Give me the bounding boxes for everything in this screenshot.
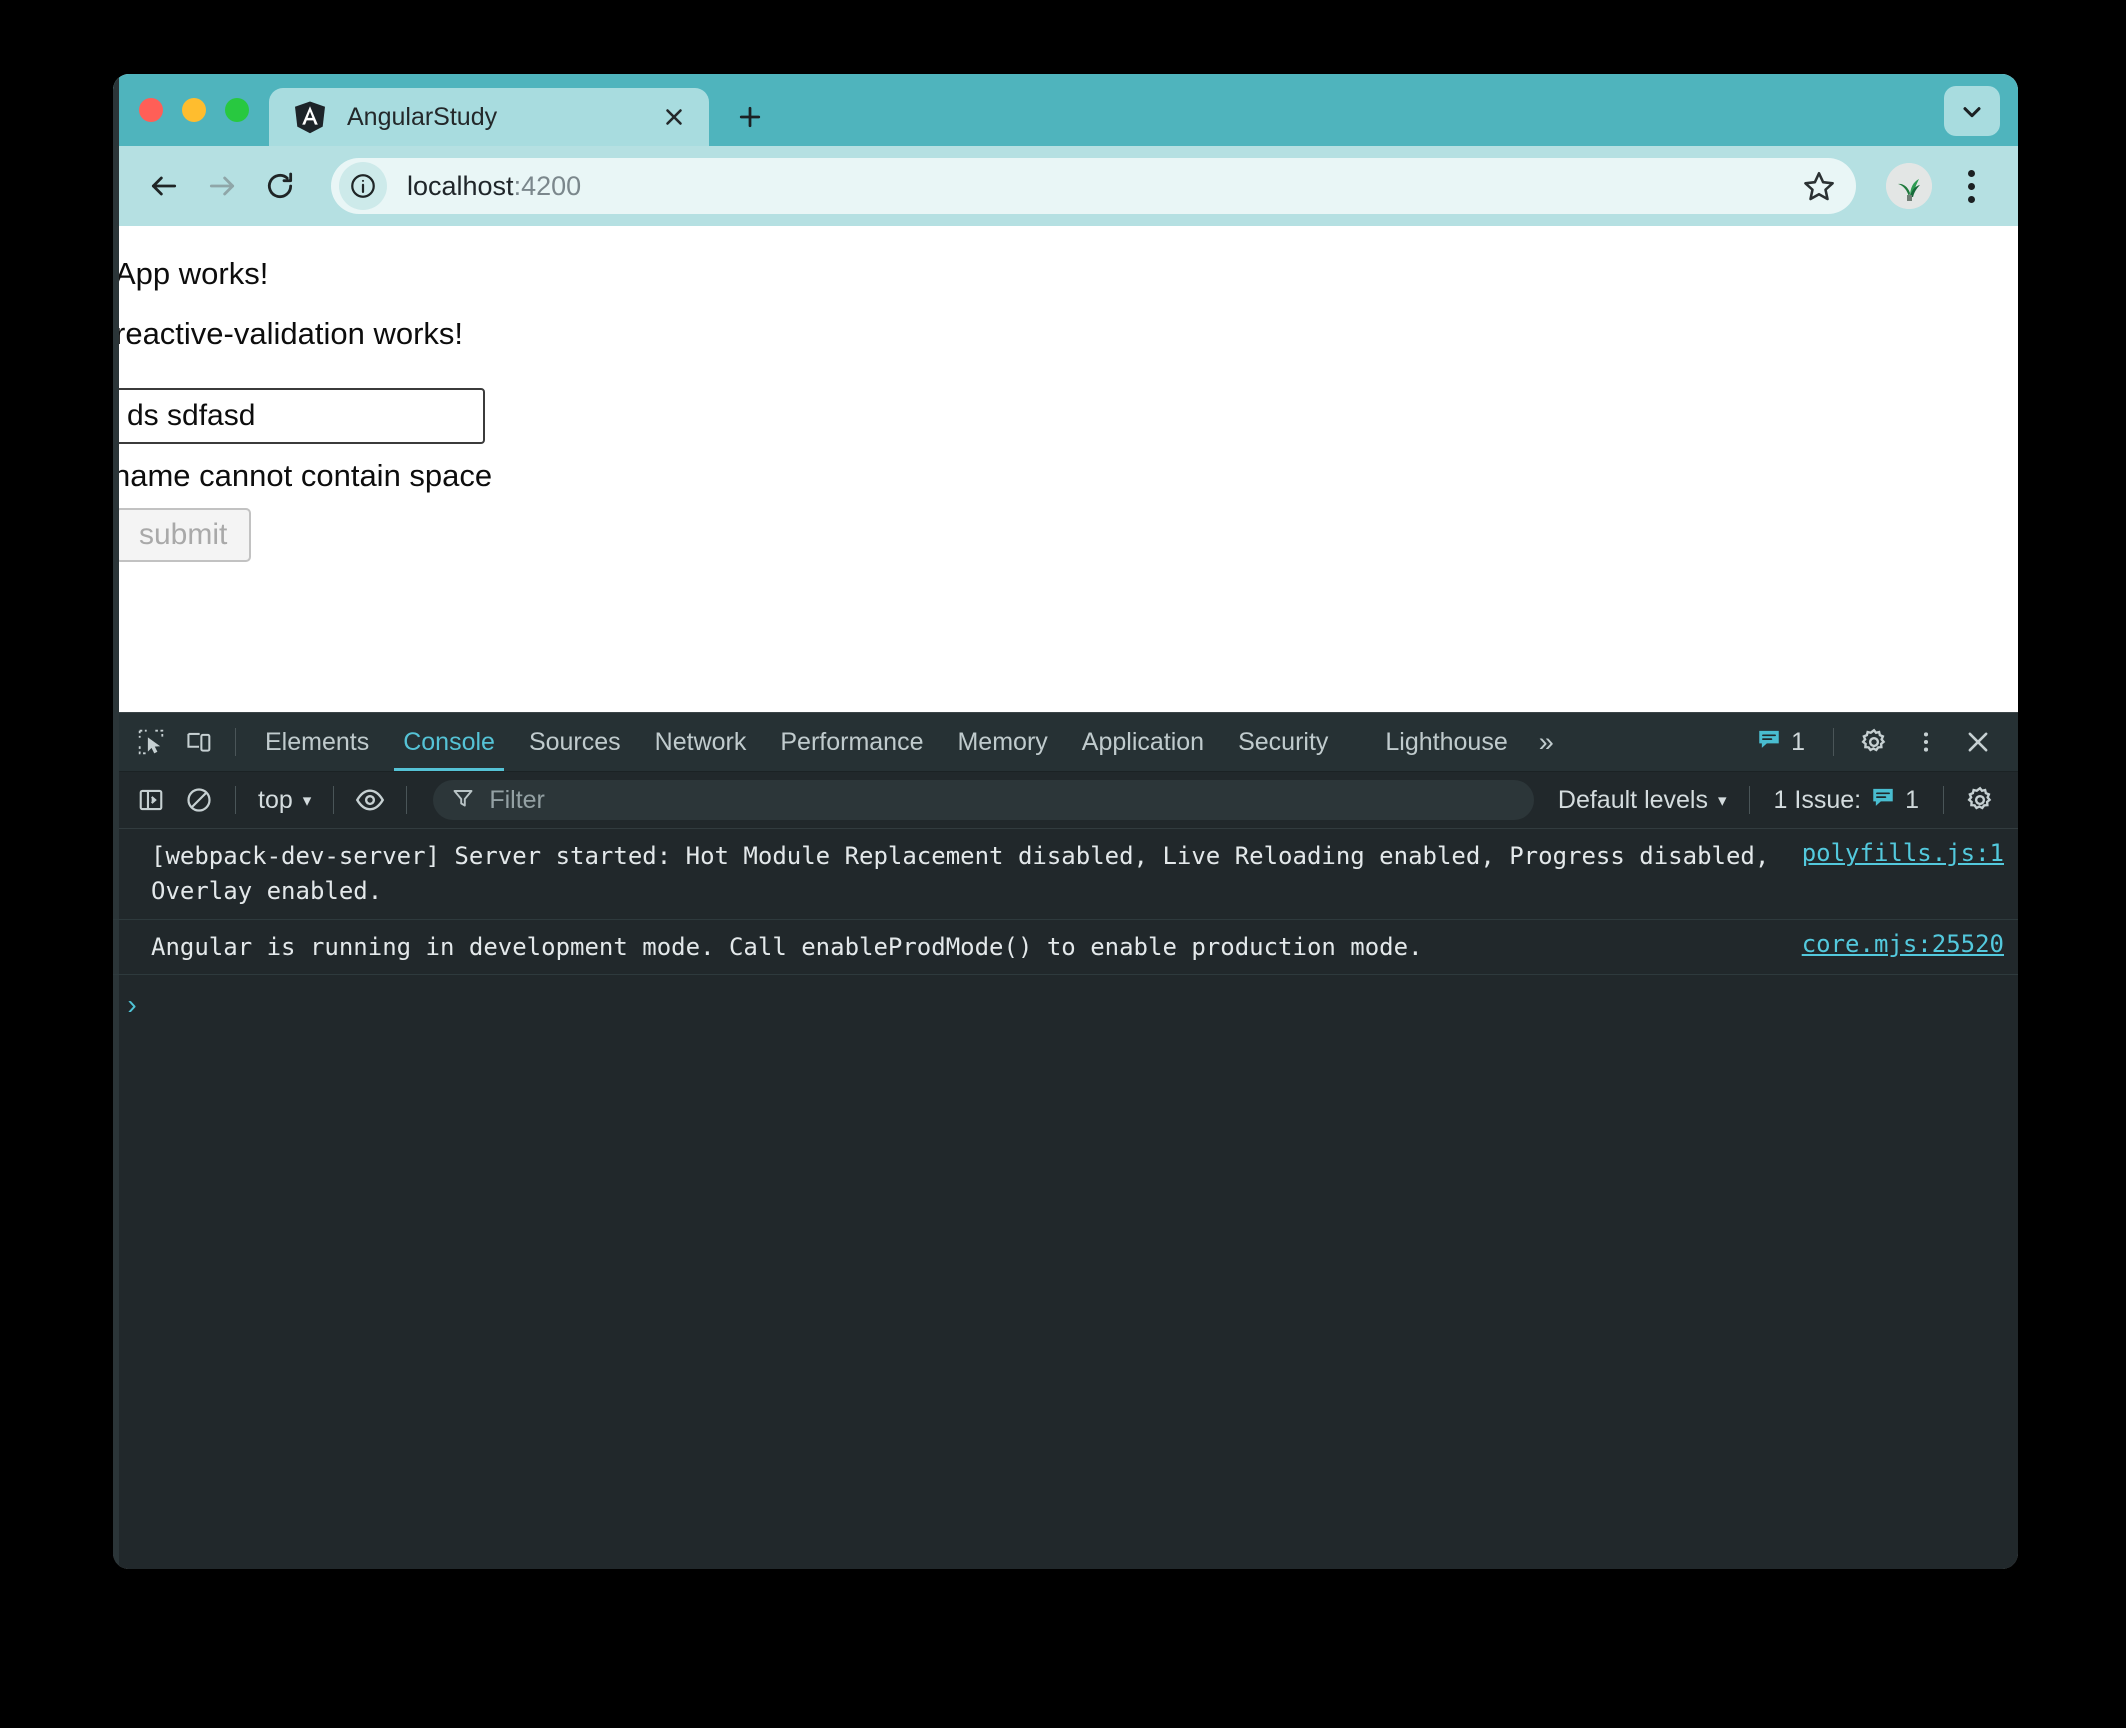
tab-performance[interactable]: Performance [763, 713, 940, 771]
back-arrow-icon[interactable] [135, 157, 193, 215]
console-message-source-link[interactable]: polyfills.js:1 [1802, 839, 2004, 867]
devtools-tabbar-actions: 1 [1744, 718, 2018, 766]
chevron-double-right-icon[interactable]: » [1525, 727, 1568, 758]
console-sidebar-icon[interactable] [127, 776, 175, 824]
tab-lighthouse[interactable]: Lighthouse [1345, 713, 1524, 771]
toolbar-divider [1833, 728, 1834, 756]
close-window-button[interactable] [139, 98, 163, 122]
validation-error-message: name cannot contain space [113, 458, 493, 494]
tab-security[interactable]: Security [1221, 713, 1345, 771]
forward-arrow-icon[interactable] [193, 157, 251, 215]
issues-summary-count: 1 [1905, 785, 1919, 814]
console-toolbar: top ▾ Filter Default levels ▾ 1 Issue: 1 [113, 772, 2018, 829]
live-expression-eye-icon[interactable] [346, 776, 394, 824]
console-message-source-link[interactable]: core.mjs:25520 [1802, 930, 2004, 958]
toolbar-divider [1943, 786, 1944, 814]
console-filter-input[interactable]: Filter [433, 780, 1534, 820]
inspect-element-icon[interactable] [127, 718, 175, 766]
log-level-selector[interactable]: Default levels ▾ [1548, 786, 1737, 815]
chevron-down-icon: ▾ [302, 790, 312, 810]
star-icon[interactable] [1796, 163, 1842, 209]
kebab-menu-icon[interactable] [1946, 158, 1996, 214]
devtools-tab-bar: Elements Console Sources Network Perform… [113, 713, 2018, 772]
submit-button[interactable]: submit [115, 508, 252, 563]
device-toolbar-icon[interactable] [175, 718, 223, 766]
console-message-list[interactable]: [webpack-dev-server] Server started: Hot… [113, 74, 2018, 1569]
browser-toolbar: localhost:4200 [113, 146, 2018, 226]
devtools-panel: Elements Console Sources Network Perform… [113, 74, 2018, 1569]
tab-console[interactable]: Console [386, 713, 512, 771]
toolbar-divider [1748, 786, 1750, 814]
address-bar[interactable]: localhost:4200 [331, 158, 1856, 214]
execution-context-label: top [258, 785, 293, 814]
page-viewport: App works! reactive-validation works! na… [113, 226, 2018, 712]
chevron-down-icon[interactable] [1944, 86, 2000, 136]
issues-badge-count: 1 [1791, 727, 1805, 756]
issues-summary[interactable]: 1 Issue: 1 [1762, 784, 1931, 817]
toolbar-divider [406, 786, 408, 814]
name-input[interactable] [115, 388, 485, 445]
new-tab-button[interactable] [723, 88, 777, 146]
close-devtools-icon[interactable] [1954, 718, 2002, 766]
console-filter-placeholder: Filter [489, 785, 545, 814]
console-prompt[interactable]: › [113, 975, 2018, 1035]
gear-icon[interactable] [1850, 718, 1898, 766]
address-bar-url: localhost:4200 [407, 171, 581, 202]
tab-application[interactable]: Application [1065, 713, 1221, 771]
tab-title: AngularStudy [347, 102, 498, 131]
console-message-row[interactable]: Angular is running in development mode. … [113, 920, 2018, 976]
console-settings-gear-icon[interactable] [1956, 776, 2004, 824]
maximize-window-button[interactable] [225, 98, 249, 122]
clear-console-icon[interactable] [175, 776, 223, 824]
browser-tab-strip: AngularStudy [113, 74, 2018, 146]
avatar[interactable] [1886, 163, 1932, 209]
issues-badge[interactable]: 1 [1744, 726, 1817, 759]
console-message-text: Angular is running in development mode. … [151, 932, 1423, 961]
filter-funnel-icon [451, 786, 475, 815]
tab-network[interactable]: Network [638, 713, 764, 771]
execution-context-selector[interactable]: top ▾ [248, 786, 321, 815]
window-traffic-lights [113, 74, 269, 146]
url-host: localhost [407, 170, 514, 201]
devtools-more-options-icon[interactable] [1902, 718, 1950, 766]
reload-icon[interactable] [251, 157, 309, 215]
tab-search-area [1944, 86, 2000, 136]
angular-logo-icon [293, 100, 327, 134]
issues-message-icon [1870, 784, 1896, 817]
app-works-heading: App works! [115, 256, 269, 291]
toolbar-divider [235, 786, 236, 814]
console-message-text: [webpack-dev-server] Server started: Hot… [151, 842, 1784, 905]
browser-tab-angularstudy[interactable]: AngularStudy [269, 88, 709, 146]
chevron-down-icon: ▾ [1717, 790, 1727, 810]
minimize-window-button[interactable] [182, 98, 206, 122]
info-circle-icon[interactable] [339, 162, 387, 210]
url-port: :4200 [513, 170, 582, 201]
reactive-validation-heading: reactive-validation works! [115, 316, 464, 352]
tab-sources[interactable]: Sources [512, 713, 638, 771]
tab-memory[interactable]: Memory [940, 713, 1064, 771]
tab-elements[interactable]: Elements [248, 713, 386, 771]
issues-message-icon [1756, 726, 1782, 759]
browser-window: AngularStudy localhost:4200 App works! r… [113, 74, 2018, 1569]
toolbar-divider [333, 786, 335, 814]
console-message-row[interactable]: [webpack-dev-server] Server started: Hot… [113, 829, 2018, 920]
toolbar-divider [235, 728, 236, 756]
log-level-label: Default levels [1557, 785, 1708, 814]
tab-close-button[interactable] [657, 100, 691, 134]
issues-summary-label: 1 Issue: [1773, 785, 1862, 814]
